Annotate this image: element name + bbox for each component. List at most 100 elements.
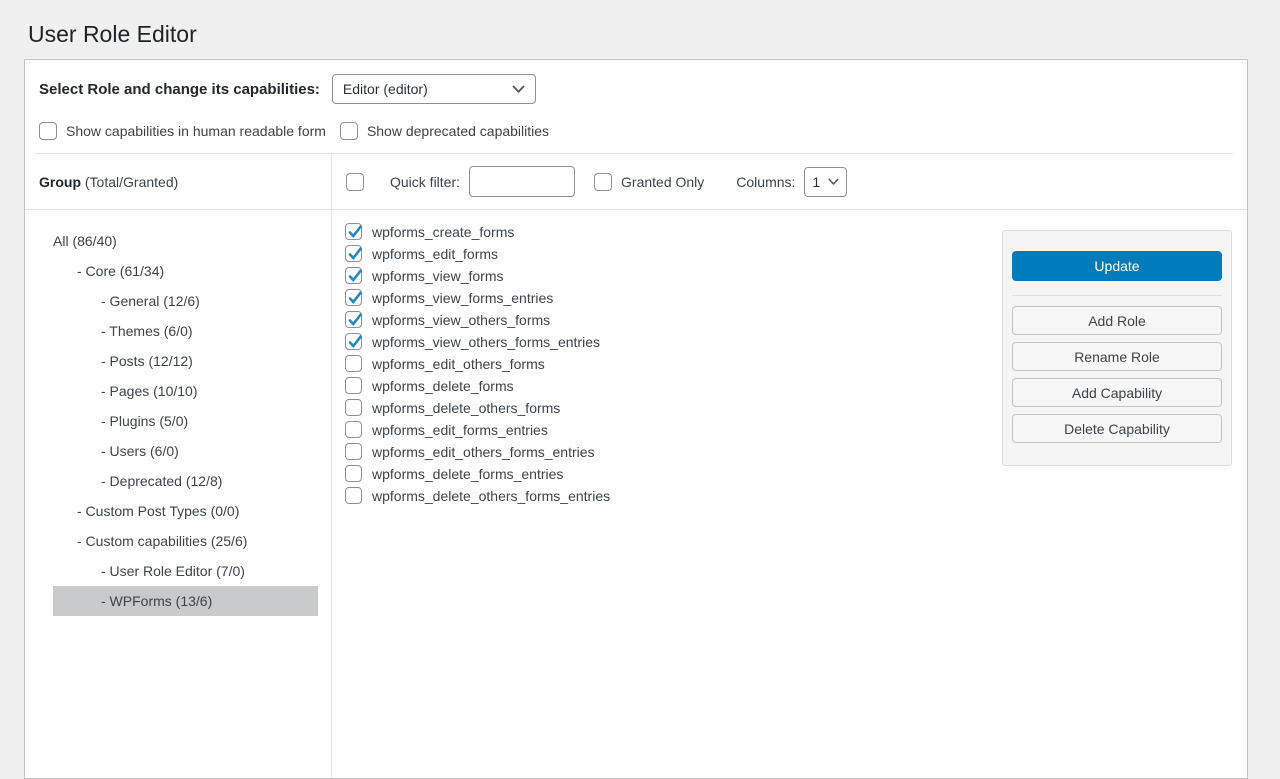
check-icon: [347, 312, 363, 328]
capability-label: wpforms_delete_others_forms_entries: [372, 488, 610, 504]
capability-row: wpforms_delete_forms: [345, 377, 610, 394]
add-capability-button[interactable]: Add Capability: [1012, 378, 1222, 407]
group-header-counts: (Total/Granted): [85, 174, 178, 190]
check-icon: [347, 334, 363, 350]
capability-label: wpforms_delete_forms: [372, 378, 514, 394]
user-role-editor-panel: Select Role and change its capabilities:…: [24, 59, 1248, 779]
human-readable-checkbox[interactable]: [39, 122, 57, 140]
capability-label: wpforms_delete_others_forms: [372, 400, 560, 416]
top-section: Select Role and change its capabilities:…: [25, 60, 1247, 140]
group-header-title: Group: [39, 174, 81, 190]
human-readable-label: Show capabilities in human readable form: [66, 123, 326, 139]
show-deprecated-option: Show deprecated capabilities: [340, 122, 549, 140]
role-select[interactable]: Editor (editor): [332, 74, 536, 104]
group-item[interactable]: - Core (61/34): [53, 256, 318, 286]
capability-row: wpforms_view_forms_entries: [345, 289, 610, 306]
capability-checkbox[interactable]: [345, 399, 362, 416]
check-icon: [347, 224, 363, 240]
capability-label: wpforms_view_forms: [372, 268, 503, 284]
capability-checkbox[interactable]: [345, 487, 362, 504]
select-all-checkbox[interactable]: [346, 173, 364, 191]
capability-label: wpforms_edit_others_forms: [372, 356, 545, 372]
show-deprecated-label: Show deprecated capabilities: [367, 123, 549, 139]
actions-divider: [1012, 295, 1222, 296]
view-options-row: Show capabilities in human readable form…: [39, 122, 1233, 140]
capability-row: wpforms_create_forms: [345, 223, 610, 240]
capability-label: wpforms_delete_forms_entries: [372, 466, 563, 482]
capability-list: wpforms_create_forms wpforms_edit_formswp…: [345, 223, 610, 504]
role-select-value: Editor (editor): [343, 81, 428, 97]
capability-label: wpforms_edit_forms_entries: [372, 422, 548, 438]
content-row: wpforms_create_forms wpforms_edit_formswp…: [332, 210, 1247, 778]
check-icon: [347, 290, 363, 306]
granted-only-label: Granted Only: [621, 174, 704, 190]
capability-checkbox[interactable]: [345, 223, 362, 240]
capability-label: wpforms_edit_forms: [372, 246, 498, 262]
group-item[interactable]: All (86/40): [53, 226, 318, 256]
chevron-down-icon: [828, 178, 839, 186]
group-item[interactable]: - Plugins (5/0): [53, 406, 318, 436]
actions-panel: Update Add Role Rename Role Add Capability…: [1002, 230, 1232, 466]
quick-filter-label: Quick filter:: [390, 174, 460, 190]
filter-bar: Quick filter: Granted Only Columns: 1: [332, 154, 1247, 210]
capability-label: wpforms_create_forms: [372, 224, 514, 240]
granted-only-checkbox[interactable]: [594, 173, 612, 191]
group-item[interactable]: - WPForms (13/6): [53, 586, 318, 616]
group-item[interactable]: - Deprecated (12/8): [53, 466, 318, 496]
group-tree: All (86/40)- Core (61/34)- General (12/6…: [25, 210, 331, 616]
capability-row: wpforms_edit_others_forms: [345, 355, 610, 372]
capability-checkbox[interactable]: [345, 245, 362, 262]
capability-checkbox[interactable]: [345, 443, 362, 460]
check-icon: [347, 268, 363, 284]
group-item[interactable]: - Custom capabilities (25/6): [53, 526, 318, 556]
capability-checkbox[interactable]: [345, 377, 362, 394]
capability-row: wpforms_delete_forms_entries: [345, 465, 610, 482]
capability-row: wpforms_view_forms: [345, 267, 610, 284]
capability-row: wpforms_delete_others_forms_entries: [345, 487, 610, 504]
secondary-buttons: Add Role Rename Role Add Capability Delete …: [1012, 306, 1222, 443]
human-readable-option: Show capabilities in human readable form: [39, 122, 326, 140]
capability-row: wpforms_delete_others_forms: [345, 399, 610, 416]
check-icon: [347, 246, 363, 262]
capability-label: wpforms_view_others_forms_entries: [372, 334, 600, 350]
groups-column: Group (Total/Granted) All (86/40)- Core …: [25, 154, 332, 778]
capability-label: wpforms_edit_others_forms_entries: [372, 444, 595, 460]
capability-row: wpforms_edit_others_forms_entries: [345, 443, 610, 460]
add-role-button[interactable]: Add Role: [1012, 306, 1222, 335]
columns-label: Columns:: [736, 174, 795, 190]
group-item[interactable]: - Users (6/0): [53, 436, 318, 466]
capability-checkbox[interactable]: [345, 311, 362, 328]
role-select-label: Select Role and change its capabilities:: [39, 81, 320, 98]
columns-select-value: 1: [812, 174, 820, 190]
role-row: Select Role and change its capabilities:…: [39, 74, 1233, 104]
capability-row: wpforms_edit_forms: [345, 245, 610, 262]
group-item[interactable]: - General (12/6): [53, 286, 318, 316]
rename-role-button[interactable]: Rename Role: [1012, 342, 1222, 371]
group-header: Group (Total/Granted): [25, 154, 331, 210]
chevron-down-icon: [512, 85, 525, 94]
page-title: User Role Editor: [0, 0, 1280, 49]
show-deprecated-checkbox[interactable]: [340, 122, 358, 140]
group-item[interactable]: - Pages (10/10): [53, 376, 318, 406]
main-columns: Group (Total/Granted) All (86/40)- Core …: [25, 154, 1247, 778]
capability-label: wpforms_view_forms_entries: [372, 290, 553, 306]
capability-checkbox[interactable]: [345, 421, 362, 438]
capability-row: wpforms_view_others_forms: [345, 311, 610, 328]
group-item[interactable]: - Posts (12/12): [53, 346, 318, 376]
quick-filter-input[interactable]: [469, 166, 575, 197]
capability-label: wpforms_view_others_forms: [372, 312, 550, 328]
capabilities-column: Quick filter: Granted Only Columns: 1 wp…: [332, 154, 1247, 778]
capability-checkbox[interactable]: [345, 289, 362, 306]
capability-checkbox[interactable]: [345, 355, 362, 372]
delete-capability-button[interactable]: Delete Capability: [1012, 414, 1222, 443]
columns-select[interactable]: 1: [804, 167, 847, 197]
capability-checkbox[interactable]: [345, 333, 362, 350]
group-item[interactable]: - Custom Post Types (0/0): [53, 496, 318, 526]
capability-row: wpforms_edit_forms_entries: [345, 421, 610, 438]
capability-checkbox[interactable]: [345, 465, 362, 482]
group-item[interactable]: - User Role Editor (7/0): [53, 556, 318, 586]
update-button[interactable]: Update: [1012, 251, 1222, 281]
capability-row: wpforms_view_others_forms_entries: [345, 333, 610, 350]
capability-checkbox[interactable]: [345, 267, 362, 284]
group-item[interactable]: - Themes (6/0): [53, 316, 318, 346]
